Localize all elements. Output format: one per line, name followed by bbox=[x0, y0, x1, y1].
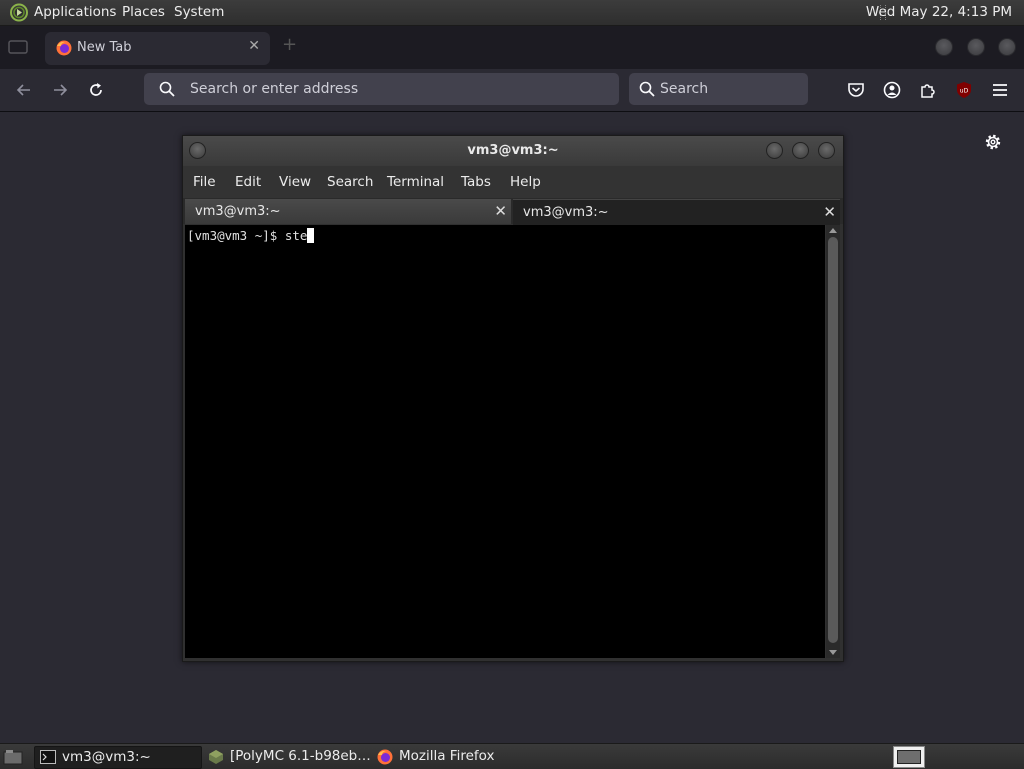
terminal-window-title: vm3@vm3:~ bbox=[467, 143, 559, 158]
firefox-favicon-icon bbox=[56, 40, 72, 56]
terminal-prompt-line: [vm3@vm3 ~]$ ste bbox=[187, 228, 315, 243]
terminal-icon bbox=[40, 750, 56, 764]
firefox-nav-bar: Search or enter address Search uD bbox=[0, 69, 1024, 112]
search-bar-placeholder: Search bbox=[660, 81, 709, 97]
taskbar-item-terminal[interactable]: vm3@vm3:~ bbox=[34, 746, 202, 769]
text-cursor bbox=[307, 228, 315, 243]
account-icon[interactable] bbox=[883, 81, 901, 99]
terminal-tab-label: vm3@vm3:~ bbox=[523, 205, 609, 220]
terminal-titlebar[interactable]: vm3@vm3:~ bbox=[183, 136, 843, 166]
reload-icon[interactable] bbox=[87, 81, 105, 99]
search-icon bbox=[159, 81, 175, 97]
extensions-puzzle-icon[interactable] bbox=[919, 81, 937, 99]
taskbar-item-firefox[interactable]: Mozilla Firefox bbox=[372, 746, 542, 767]
terminal-tab-2[interactable]: vm3@vm3:~ ✕ bbox=[513, 199, 840, 225]
window-close-button[interactable] bbox=[998, 38, 1016, 56]
scroll-down-arrow-icon[interactable] bbox=[829, 650, 837, 655]
menu-view[interactable]: View bbox=[279, 174, 311, 190]
terminal-tab-label: vm3@vm3:~ bbox=[195, 204, 281, 219]
scrollbar-thumb[interactable] bbox=[828, 237, 838, 643]
firefox-view-icon[interactable] bbox=[8, 39, 28, 55]
url-bar-placeholder: Search or enter address bbox=[190, 81, 359, 97]
applications-logo-icon[interactable] bbox=[9, 3, 29, 22]
taskbar-item-label: Mozilla Firefox bbox=[399, 748, 495, 764]
back-arrow-icon[interactable] bbox=[15, 81, 33, 99]
taskbar-item-polymc[interactable]: [PolyMC 6.1-b98eb… bbox=[203, 746, 371, 767]
polymc-icon bbox=[208, 749, 224, 765]
scroll-up-arrow-icon[interactable] bbox=[829, 228, 837, 233]
workspace-switcher[interactable] bbox=[893, 746, 925, 768]
terminal-tab-bar: vm3@vm3:~ ✕ vm3@vm3:~ ✕ bbox=[183, 198, 843, 225]
menu-edit[interactable]: Edit bbox=[235, 174, 261, 190]
tab-close-icon[interactable]: ✕ bbox=[248, 38, 260, 54]
taskbar-item-label: vm3@vm3:~ bbox=[62, 749, 151, 765]
new-tab-settings-gear-icon[interactable] bbox=[983, 132, 1003, 152]
menu-help[interactable]: Help bbox=[510, 174, 541, 190]
window-maximize-button[interactable] bbox=[967, 38, 985, 56]
url-bar[interactable]: Search or enter address bbox=[144, 73, 619, 105]
hamburger-menu-icon[interactable] bbox=[991, 81, 1009, 99]
tab-title: New Tab bbox=[77, 40, 132, 55]
pocket-icon[interactable] bbox=[847, 81, 865, 99]
places-menu[interactable]: Places bbox=[122, 4, 165, 20]
firefox-icon bbox=[377, 749, 393, 765]
terminal-minimize-button[interactable] bbox=[766, 142, 783, 159]
search-icon bbox=[639, 81, 655, 97]
window-minimize-button[interactable] bbox=[935, 38, 953, 56]
close-tab-icon[interactable]: ✕ bbox=[494, 202, 507, 220]
forward-arrow-icon[interactable] bbox=[51, 81, 69, 99]
terminal-tab-1[interactable]: vm3@vm3:~ ✕ bbox=[185, 199, 511, 224]
menu-terminal[interactable]: Terminal bbox=[387, 174, 444, 190]
top-panel: Applications Places System Wed May 22, 4… bbox=[0, 0, 1024, 26]
terminal-maximize-button[interactable] bbox=[792, 142, 809, 159]
menu-search[interactable]: Search bbox=[327, 174, 373, 190]
firefox-tab-strip: New Tab ✕ + bbox=[0, 26, 1024, 69]
show-desktop-icon[interactable] bbox=[3, 749, 23, 765]
clock[interactable]: Wed May 22, 4:13 PM bbox=[866, 4, 1012, 20]
new-tab-plus-icon[interactable]: + bbox=[282, 34, 297, 55]
svg-text:uD: uD bbox=[960, 88, 969, 95]
system-menu[interactable]: System bbox=[174, 4, 224, 20]
firefox-tab-new-tab[interactable]: New Tab ✕ bbox=[45, 32, 270, 65]
menu-file[interactable]: File bbox=[193, 174, 216, 190]
close-tab-icon[interactable]: ✕ bbox=[823, 203, 836, 221]
terminal-menubar: File Edit View Search Terminal Tabs Help bbox=[183, 166, 843, 198]
search-bar[interactable]: Search bbox=[629, 73, 808, 105]
applications-menu[interactable]: Applications bbox=[34, 4, 116, 20]
bottom-panel: vm3@vm3:~ [PolyMC 6.1-b98eb… Mozilla Fir… bbox=[0, 743, 1024, 769]
taskbar-item-label: [PolyMC 6.1-b98eb… bbox=[230, 748, 371, 764]
prompt-text: [vm3@vm3 ~]$ ste bbox=[187, 228, 308, 243]
ublock-origin-icon[interactable]: uD bbox=[955, 81, 973, 99]
terminal-close-button[interactable] bbox=[818, 142, 835, 159]
workspace-1[interactable] bbox=[897, 750, 921, 764]
terminal-scrollbar[interactable] bbox=[826, 225, 840, 658]
terminal-window: vm3@vm3:~ File Edit View Search Terminal… bbox=[182, 135, 844, 662]
terminal-output[interactable]: [vm3@vm3 ~]$ ste bbox=[185, 225, 825, 658]
menu-tabs[interactable]: Tabs bbox=[461, 174, 491, 190]
